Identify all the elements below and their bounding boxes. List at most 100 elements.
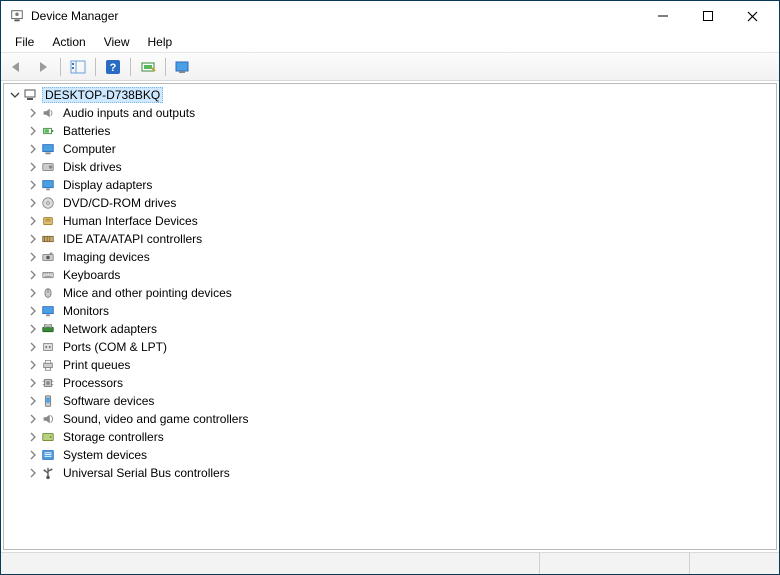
toolbar-separator xyxy=(95,58,96,76)
toolbar-back-button[interactable] xyxy=(5,56,29,78)
tree-category-label: Display adapters xyxy=(60,177,155,193)
tree-category-label: Ports (COM & LPT) xyxy=(60,339,170,355)
menu-help[interactable]: Help xyxy=(140,33,181,51)
toolbar-help-button[interactable]: ? xyxy=(101,56,125,78)
tree-category[interactable]: DVD/CD-ROM drives xyxy=(4,194,776,212)
chevron-right-icon[interactable] xyxy=(26,106,40,120)
chevron-right-icon[interactable] xyxy=(26,142,40,156)
tree-category[interactable]: Audio inputs and outputs xyxy=(4,104,776,122)
tree-category-label: Universal Serial Bus controllers xyxy=(60,465,233,481)
ide-icon xyxy=(40,231,56,247)
tree-category[interactable]: System devices xyxy=(4,446,776,464)
chevron-right-icon[interactable] xyxy=(26,430,40,444)
menu-bar: File Action View Help xyxy=(1,31,779,53)
tree-category[interactable]: Universal Serial Bus controllers xyxy=(4,464,776,482)
toolbar-scan-hardware-button[interactable] xyxy=(136,56,160,78)
hid-icon xyxy=(40,213,56,229)
tree-category[interactable]: Keyboards xyxy=(4,266,776,284)
tree-category[interactable]: Computer xyxy=(4,140,776,158)
chevron-right-icon[interactable] xyxy=(26,268,40,282)
chevron-right-icon[interactable] xyxy=(26,196,40,210)
tree-category-label: Imaging devices xyxy=(60,249,153,265)
app-icon xyxy=(9,8,25,24)
network-icon xyxy=(40,321,56,337)
chevron-right-icon[interactable] xyxy=(26,214,40,228)
chevron-right-icon[interactable] xyxy=(26,340,40,354)
tree-root[interactable]: DESKTOP-D738BKQ xyxy=(4,86,776,104)
usb-icon xyxy=(40,465,56,481)
chevron-right-icon[interactable] xyxy=(26,412,40,426)
sound-icon xyxy=(40,411,56,427)
maximize-button[interactable] xyxy=(685,2,730,30)
software-icon xyxy=(40,393,56,409)
device-tree[interactable]: DESKTOP-D738BKQ Audio inputs and outputs… xyxy=(3,83,777,550)
tree-category[interactable]: Storage controllers xyxy=(4,428,776,446)
toolbar-forward-button[interactable] xyxy=(31,56,55,78)
svg-text:?: ? xyxy=(110,62,117,74)
tree-category[interactable]: Display adapters xyxy=(4,176,776,194)
tree-category[interactable]: Print queues xyxy=(4,356,776,374)
chevron-right-icon[interactable] xyxy=(26,232,40,246)
system-icon xyxy=(40,447,56,463)
tree-category-label: Keyboards xyxy=(60,267,123,283)
close-button[interactable] xyxy=(730,2,775,30)
tree-category[interactable]: Sound, video and game controllers xyxy=(4,410,776,428)
display-icon xyxy=(40,177,56,193)
minimize-button[interactable] xyxy=(640,2,685,30)
chevron-right-icon[interactable] xyxy=(26,178,40,192)
status-cell xyxy=(1,553,539,574)
toolbar-show-hide-tree-button[interactable] xyxy=(66,56,90,78)
status-bar xyxy=(1,552,779,574)
tree-category-label: Network adapters xyxy=(60,321,160,337)
computer-icon xyxy=(40,141,56,157)
tree-category-label: Computer xyxy=(60,141,119,157)
storage-icon xyxy=(40,429,56,445)
chevron-right-icon[interactable] xyxy=(26,322,40,336)
tree-category[interactable]: Processors xyxy=(4,374,776,392)
title-bar: Device Manager xyxy=(1,1,779,31)
chevron-right-icon[interactable] xyxy=(26,394,40,408)
computer-icon xyxy=(22,87,38,103)
tree-category[interactable]: Network adapters xyxy=(4,320,776,338)
tree-category[interactable]: Ports (COM & LPT) xyxy=(4,338,776,356)
keyboard-icon xyxy=(40,267,56,283)
tree-category-label: Disk drives xyxy=(60,159,125,175)
tree-category-label: Storage controllers xyxy=(60,429,167,445)
tree-category-label: Human Interface Devices xyxy=(60,213,201,229)
speaker-icon xyxy=(40,105,56,121)
tree-category[interactable]: Imaging devices xyxy=(4,248,776,266)
chevron-right-icon[interactable] xyxy=(26,250,40,264)
window-controls xyxy=(640,2,775,30)
tree-category-label: Sound, video and game controllers xyxy=(60,411,251,427)
toolbar-view-button[interactable] xyxy=(171,56,195,78)
monitor-icon xyxy=(40,303,56,319)
tree-category-label: Processors xyxy=(60,375,126,391)
status-cell xyxy=(689,553,779,574)
chevron-right-icon[interactable] xyxy=(26,376,40,390)
chevron-right-icon[interactable] xyxy=(26,304,40,318)
chevron-right-icon[interactable] xyxy=(26,358,40,372)
menu-view[interactable]: View xyxy=(96,33,138,51)
tree-category[interactable]: Disk drives xyxy=(4,158,776,176)
tree-category[interactable]: Mice and other pointing devices xyxy=(4,284,776,302)
chevron-right-icon[interactable] xyxy=(26,286,40,300)
chevron-down-icon[interactable] xyxy=(8,88,22,102)
tree-category[interactable]: IDE ATA/ATAPI controllers xyxy=(4,230,776,248)
chevron-right-icon[interactable] xyxy=(26,124,40,138)
tree-category-label: Batteries xyxy=(60,123,113,139)
tree-category-label: DVD/CD-ROM drives xyxy=(60,195,179,211)
tree-category[interactable]: Human Interface Devices xyxy=(4,212,776,230)
tree-category-label: Print queues xyxy=(60,357,133,373)
tree-category-label: Audio inputs and outputs xyxy=(60,105,198,121)
tree-category[interactable]: Batteries xyxy=(4,122,776,140)
menu-file[interactable]: File xyxy=(7,33,42,51)
chevron-right-icon[interactable] xyxy=(26,448,40,462)
tree-category[interactable]: Monitors xyxy=(4,302,776,320)
tree-category[interactable]: Software devices xyxy=(4,392,776,410)
toolbar-separator xyxy=(130,58,131,76)
chevron-right-icon[interactable] xyxy=(26,466,40,480)
printer-icon xyxy=(40,357,56,373)
chevron-right-icon[interactable] xyxy=(26,160,40,174)
tree-category-label: Monitors xyxy=(60,303,112,319)
menu-action[interactable]: Action xyxy=(44,33,93,51)
